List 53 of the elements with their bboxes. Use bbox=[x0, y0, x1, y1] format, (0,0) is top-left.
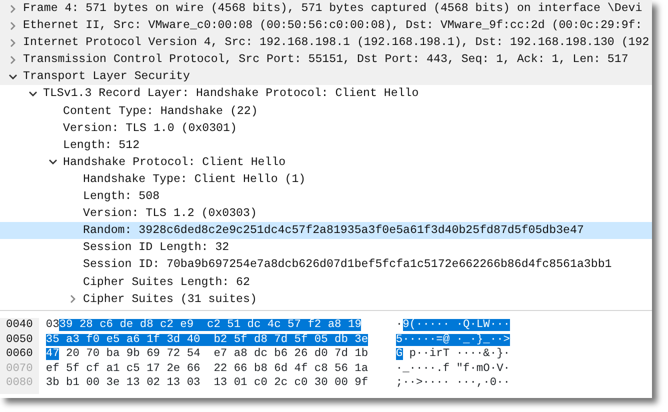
hex-bytes[interactable]: 3b b1 00 3e 13 02 13 03 13 01 c0 2c c0 30 00 9f bbox=[46, 377, 368, 389]
offset-label: 0080 bbox=[6, 376, 33, 390]
tree-row[interactable]: Version: TLS 1.0 (0x0301) bbox=[0, 120, 652, 137]
tree-label: Session ID: 70ba9b697254e7a8dcb626d07d1bef5fcfa1c5172e662266b86d4fc8561a3bb1 bbox=[83, 257, 612, 274]
tree-label: Length: 508 bbox=[83, 189, 160, 206]
tree-row[interactable]: Session ID Length: 32 bbox=[0, 239, 652, 256]
hex-bytes[interactable]: 39 28 c6 de d8 c2 e9 c2 51 dc 4c 57 f2 a8 19 bbox=[59, 319, 362, 331]
tree-row[interactable]: TLSv1.3 Record Layer: Handshake Protocol: Client Hello bbox=[0, 85, 652, 103]
expanded-chevron-icon[interactable] bbox=[8, 72, 18, 82]
tree-label: Length: 512 bbox=[63, 138, 140, 154]
ascii-text[interactable]: G bbox=[396, 348, 403, 360]
tree-row[interactable]: Version: TLS 1.2 (0x0303) bbox=[0, 205, 652, 222]
tree-row[interactable]: Length: 512 bbox=[0, 136, 652, 154]
collapsed-chevron-icon[interactable] bbox=[68, 294, 78, 304]
tree-row[interactable]: Random: 3928c6ded8c2e9c251dc4c57f2a81935a3f0e5a61f3d40b25fd87d5f05db3e47 bbox=[0, 222, 652, 240]
tree-label: Handshake Type: Client Hello (1) bbox=[83, 172, 306, 188]
ascii-text[interactable]: · bbox=[396, 319, 403, 331]
collapsed-chevron-icon[interactable] bbox=[8, 38, 18, 48]
hex-bytes[interactable]: 20 70 ba 9b 69 72 54 e7 a8 dc b6 26 d0 7d 1b bbox=[59, 348, 368, 360]
offset-label: 0070 bbox=[6, 362, 33, 376]
tree-label: Cipher Suites Length: 62 bbox=[83, 274, 250, 290]
hex-bytes[interactable]: ef 5f cf a1 c5 17 2e 66 22 66 b8 6d 4f c8 56 1a bbox=[46, 362, 368, 374]
tree-label: Random: 3928c6ded8c2e9c251dc4c57f2a81935a3f0e5a61f3d40b25fd87d5f05db3e47 bbox=[83, 223, 584, 240]
ascii-text[interactable]: ·_····.f "f·mO·V· bbox=[396, 362, 510, 374]
tree-row[interactable]: Cipher Suites Length: 62 bbox=[0, 274, 652, 291]
offset-label: 0040 bbox=[6, 318, 33, 332]
tree-row[interactable]: Handshake Protocol: Client Hello bbox=[0, 154, 652, 171]
tree-label: Session ID Length: 32 bbox=[83, 240, 230, 256]
tree-label: TLSv1.3 Record Layer: Handshake Protocol: Client Hello bbox=[43, 86, 419, 102]
offset-label: 0060 bbox=[6, 347, 33, 362]
collapsed-chevron-icon[interactable] bbox=[8, 54, 18, 65]
tree-label: Version: TLS 1.0 (0x0301) bbox=[63, 120, 237, 137]
tree-row[interactable]: Length: 508 bbox=[0, 188, 652, 206]
tree-row[interactable]: Transport Layer Security bbox=[0, 68, 652, 86]
ascii-text[interactable]: 9(····· ·Q·LW··· bbox=[402, 319, 510, 331]
hex-bytes[interactable]: 47 bbox=[46, 348, 60, 360]
hex-bytes[interactable]: 35 a3 f0 e5 a6 1f 3d 40 b2 5f d8 7d 5f 05 db 3e bbox=[46, 334, 368, 346]
tree-label: Transport Layer Security bbox=[23, 69, 190, 86]
hex-bytes[interactable]: 03 bbox=[46, 319, 60, 331]
tree-label: Version: TLS 1.2 (0x0303) bbox=[83, 206, 257, 222]
tree-row[interactable]: Session ID: 70ba9b697254e7a8dcb626d07d1bef5fcfa1c5172e662266b86d4fc8561a3bb1 bbox=[0, 256, 652, 274]
tree-label: Cipher Suites (31 suites) bbox=[83, 292, 257, 308]
tree-row[interactable]: Content Type: Handshake (22) bbox=[0, 102, 652, 120]
tree-label: Handshake Protocol: Client Hello bbox=[63, 154, 286, 171]
tree-row[interactable]: Cipher Suites (31 suites) bbox=[0, 290, 652, 308]
tree-row[interactable]: Handshake Type: Client Hello (1) bbox=[0, 170, 652, 188]
ascii-text[interactable]: ;··>···· ···,·0·· bbox=[396, 377, 510, 389]
collapsed-chevron-icon[interactable] bbox=[8, 4, 18, 14]
ascii-text[interactable]: 5·····=@ ·_·}_··> bbox=[396, 334, 510, 346]
collapsed-chevron-icon[interactable] bbox=[8, 20, 18, 31]
tree-label: Content Type: Handshake (22) bbox=[63, 104, 258, 120]
offset-label: 0050 bbox=[6, 332, 33, 347]
ascii-text[interactable]: p··irT ····&·}· bbox=[402, 348, 510, 360]
